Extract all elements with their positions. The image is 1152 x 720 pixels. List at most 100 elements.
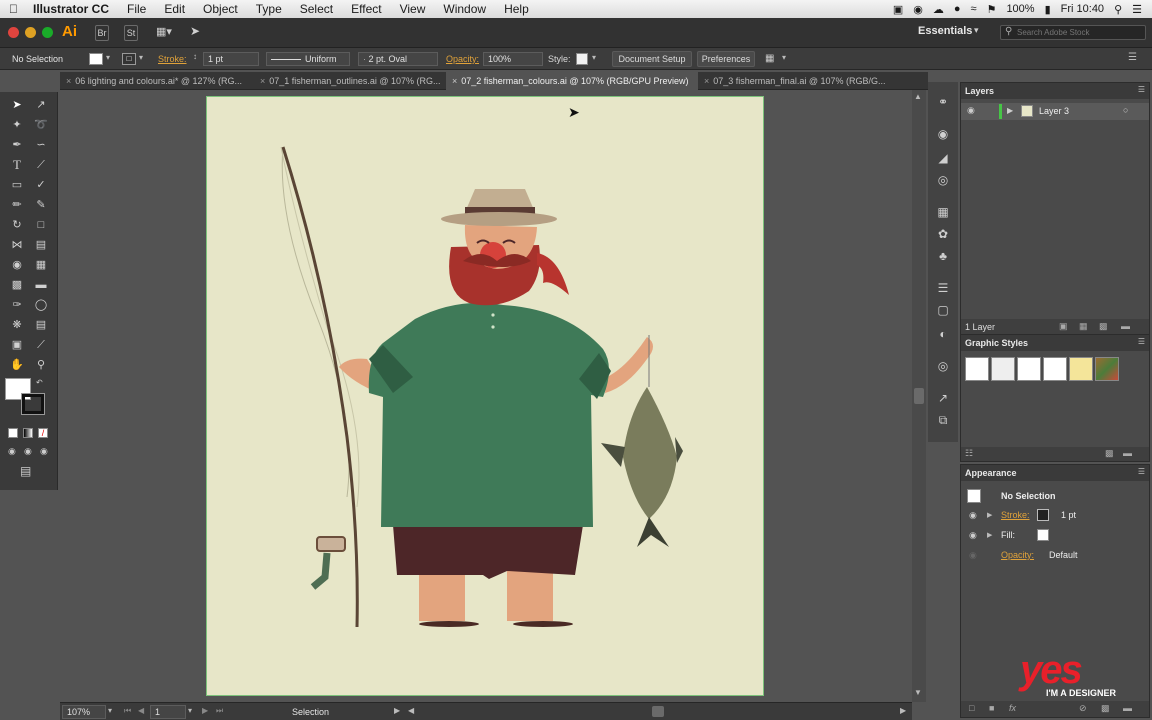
layers-panel-menu-icon[interactable]: ☰ bbox=[1138, 85, 1145, 94]
direct-selection-tool-icon[interactable]: ↗ bbox=[32, 96, 50, 114]
artboard-tool-icon[interactable]: ▣ bbox=[8, 336, 26, 354]
fisherman-illustration[interactable] bbox=[207, 97, 765, 697]
draw-behind-icon[interactable]: ◉ bbox=[24, 446, 32, 457]
eraser-tool-icon[interactable]: ✎ bbox=[32, 196, 50, 214]
new-sublayer-icon[interactable]: ▦ bbox=[1079, 321, 1088, 332]
status-menu-icon[interactable]: ▶ bbox=[394, 706, 400, 715]
close-window-button[interactable] bbox=[8, 27, 19, 38]
appearance-opacity-value[interactable]: Default bbox=[1049, 550, 1078, 560]
next-artboard-icon[interactable]: ▶ bbox=[202, 706, 208, 715]
delete-graphic-style-icon[interactable]: ▬ bbox=[1123, 448, 1132, 458]
stroke-stepper[interactable]: ↕ bbox=[193, 52, 197, 61]
stroke-color-box[interactable] bbox=[21, 393, 45, 415]
fill-dropdown-icon[interactable]: ▾ bbox=[106, 53, 110, 62]
menu-view[interactable]: View bbox=[391, 2, 435, 16]
rectangle-tool-icon[interactable]: ▭ bbox=[8, 176, 26, 194]
opacity-visibility-eye-icon[interactable]: ◉ bbox=[969, 550, 977, 561]
width-tool-icon[interactable]: ⋈ bbox=[8, 236, 26, 254]
graphic-style-2[interactable] bbox=[991, 357, 1015, 381]
workspace-chevron-icon[interactable]: ▾ bbox=[974, 25, 979, 36]
opacity-field[interactable]: 100% bbox=[483, 52, 543, 66]
arrange-dropdown-icon[interactable]: ▾ bbox=[782, 53, 786, 62]
apple-icon[interactable]:  bbox=[0, 2, 27, 16]
hscroll-thumb[interactable] bbox=[652, 706, 664, 717]
preferences-button[interactable]: Preferences bbox=[697, 51, 755, 67]
clock-text[interactable]: Fri 10:40 bbox=[1061, 3, 1104, 15]
screen-mode-icon[interactable]: ▤ bbox=[20, 464, 31, 478]
draw-mode-icon[interactable]: ◉ bbox=[8, 446, 16, 457]
fill-visibility-eye-icon[interactable]: ◉ bbox=[969, 530, 977, 541]
zoom-dropdown-icon[interactable]: ▾ bbox=[108, 706, 112, 715]
appearance-opacity-label[interactable]: Opacity: bbox=[1001, 550, 1034, 560]
perspective-grid-tool-icon[interactable]: ▦ bbox=[32, 256, 50, 274]
menu-effect[interactable]: Effect bbox=[342, 2, 390, 16]
line-segment-tool-icon[interactable]: ⟋ bbox=[32, 156, 50, 174]
scale-tool-icon[interactable]: □ bbox=[32, 216, 50, 234]
tab-close-icon[interactable]: × bbox=[452, 76, 457, 86]
none-mode-button[interactable]: / bbox=[38, 428, 48, 438]
layer-name[interactable]: Layer 3 bbox=[1039, 106, 1069, 116]
minimize-window-button[interactable] bbox=[25, 27, 36, 38]
cloud-icon[interactable]: ☁ bbox=[933, 3, 944, 16]
graphic-style-3[interactable] bbox=[1017, 357, 1041, 381]
draw-inside-icon[interactable]: ◉ bbox=[40, 446, 48, 457]
bridge-button[interactable]: Br bbox=[95, 25, 109, 41]
menu-select[interactable]: Select bbox=[291, 2, 342, 16]
zoom-level-field[interactable]: 107% bbox=[62, 705, 106, 719]
notification-center-icon[interactable]: ☰ bbox=[1132, 3, 1142, 16]
graphic-style-4[interactable] bbox=[1043, 357, 1067, 381]
swatches-panel-icon[interactable]: ▦ bbox=[935, 204, 951, 220]
menu-edit[interactable]: Edit bbox=[155, 2, 194, 16]
last-artboard-icon[interactable]: ⏭ bbox=[216, 706, 223, 716]
help-circle-icon[interactable]: ● bbox=[954, 3, 961, 15]
gradient-mode-button[interactable] bbox=[23, 428, 33, 438]
shaper-tool-icon[interactable]: ✏ bbox=[8, 196, 26, 214]
style-libraries-icon[interactable]: ☷ bbox=[965, 448, 973, 459]
tab-fisherman-final[interactable]: × 07_3 fisherman_final.ai @ 107% (RGB/G..… bbox=[698, 72, 892, 90]
current-tool-status[interactable]: Selection bbox=[292, 707, 329, 717]
gradient-panel-icon[interactable]: ▢ bbox=[935, 302, 951, 318]
zoom-tool-icon[interactable]: ⚲ bbox=[32, 356, 50, 374]
tab-fisherman-outlines[interactable]: × 07_1 fisherman_outlines.ai @ 107% (RG..… bbox=[254, 72, 446, 90]
gradient-tool-icon[interactable]: ▬ bbox=[32, 276, 50, 294]
rotate-tool-icon[interactable]: ↻ bbox=[8, 216, 26, 234]
appearance-stroke-value[interactable]: 1 pt bbox=[1061, 510, 1076, 520]
appearance-opacity-row[interactable]: ◉ Opacity: Default bbox=[961, 547, 1149, 565]
add-new-fill-icon[interactable]: ■ bbox=[989, 703, 994, 713]
style-swatch[interactable] bbox=[576, 53, 588, 65]
color-panel-icon[interactable]: ◉ bbox=[935, 126, 951, 142]
symbol-sprayer-tool-icon[interactable]: ❋ bbox=[8, 316, 26, 334]
pen-tool-icon[interactable]: ✒ bbox=[8, 136, 26, 154]
graphic-style-5[interactable] bbox=[1069, 357, 1093, 381]
hscroll-left-icon[interactable]: ◀ bbox=[408, 706, 414, 715]
duplicate-item-icon[interactable]: ▩ bbox=[1101, 703, 1110, 714]
spotlight-search-icon[interactable]: ⚲ bbox=[1114, 3, 1122, 16]
make-clipping-mask-icon[interactable]: ▣ bbox=[1059, 321, 1068, 332]
stroke-weight-field[interactable]: 1 pt bbox=[203, 52, 259, 66]
menu-object[interactable]: Object bbox=[194, 2, 247, 16]
battery-text[interactable]: 100% bbox=[1006, 3, 1034, 15]
stock-button[interactable]: St bbox=[124, 25, 138, 41]
new-graphic-style-icon[interactable]: ▩ bbox=[1105, 448, 1114, 459]
appearance-stroke-swatch[interactable] bbox=[1037, 509, 1049, 521]
tab-lighting-colours[interactable]: × 06 lighting and colours.ai* @ 127% (RG.… bbox=[60, 72, 254, 90]
stroke-swatch[interactable]: □ bbox=[122, 53, 136, 65]
graphic-styles-menu-icon[interactable]: ☰ bbox=[1138, 337, 1145, 346]
style-dropdown-icon[interactable]: ▾ bbox=[592, 53, 596, 62]
artboards-panel-icon[interactable]: ⧉ bbox=[935, 412, 951, 428]
menu-window[interactable]: Window bbox=[434, 2, 495, 16]
blend-tool-icon[interactable]: ◯ bbox=[32, 296, 50, 314]
previous-artboard-icon[interactable]: ◀ bbox=[138, 706, 144, 715]
appearance-stroke-label[interactable]: Stroke: bbox=[1001, 510, 1030, 520]
scroll-thumb[interactable] bbox=[914, 388, 924, 404]
tab-close-icon[interactable]: × bbox=[260, 76, 265, 86]
column-graph-tool-icon[interactable]: ▤ bbox=[32, 316, 50, 334]
wifi-icon[interactable]: ≈ bbox=[971, 3, 977, 15]
swap-colors-icon[interactable]: ↶ bbox=[36, 378, 43, 387]
appearance-fill-row[interactable]: ◉ ▶ Fill: bbox=[961, 527, 1149, 545]
gpu-performance-icon[interactable]: ➤ bbox=[190, 24, 200, 38]
graphic-style-default[interactable] bbox=[965, 357, 989, 381]
camera-icon[interactable]: ▣ bbox=[893, 3, 903, 16]
graphic-style-6[interactable] bbox=[1095, 357, 1119, 381]
artboard[interactable] bbox=[206, 96, 764, 696]
